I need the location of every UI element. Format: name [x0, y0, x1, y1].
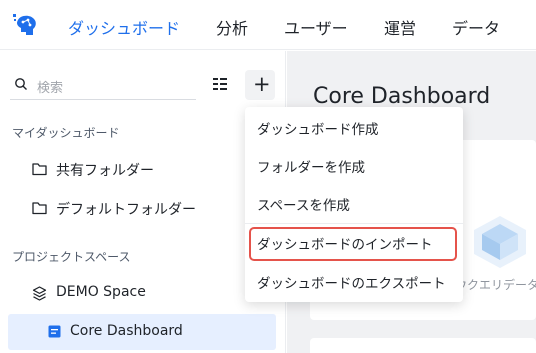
sidebar-item-label: デフォルトフォルダー	[56, 202, 196, 218]
section-my-dashboards: マイダッシュボード	[12, 126, 120, 140]
card-caption: ウクエリデータ	[455, 278, 536, 292]
search-placeholder: 検索	[37, 81, 64, 96]
folder-icon	[32, 202, 47, 215]
sidebar-item-core-dashboard[interactable]: Core Dashboard	[8, 314, 276, 350]
top-nav: ダッシュボード 分析 ユーザー 運営 データ	[0, 0, 536, 50]
cube-illustration-icon	[474, 216, 526, 268]
section-project-space: プロジェクトスペース	[12, 250, 131, 264]
sidebar-item-label: DEMO Space	[56, 284, 146, 300]
tab-users[interactable]: ユーザー	[284, 15, 348, 39]
add-button[interactable]: +	[245, 70, 275, 100]
sidebar-item-label: 共有フォルダー	[56, 163, 154, 179]
highlight-box	[249, 227, 457, 261]
menu-divider	[245, 223, 463, 224]
sidebar-item-shared-folder[interactable]: 共有フォルダー	[0, 153, 286, 185]
content-card	[310, 338, 536, 353]
menu-item-create-space[interactable]: スペースを作成	[257, 194, 350, 214]
sidebar-item-default-folder[interactable]: デフォルトフォルダー	[0, 192, 286, 224]
create-dropdown-menu: ダッシュボード作成 フォルダーを作成 スペースを作成 ダッシュボードのインポート…	[245, 107, 463, 302]
page-title: Core Dashboard	[313, 84, 491, 109]
cube-icon	[32, 286, 47, 301]
brain-logo-icon[interactable]	[12, 12, 40, 40]
search-input[interactable]: 検索	[10, 72, 196, 100]
tab-operations[interactable]: 運営	[384, 15, 416, 39]
dashboard-doc-icon	[48, 325, 61, 338]
menu-item-create-folder[interactable]: フォルダーを作成	[257, 156, 365, 176]
folder-icon	[32, 163, 47, 176]
sidebar-item-label: Core Dashboard	[70, 323, 183, 339]
sidebar-item-demo-space[interactable]: DEMO Space	[0, 277, 286, 309]
tab-analysis[interactable]: 分析	[216, 15, 248, 39]
plus-icon: +	[253, 72, 271, 96]
list-view-icon[interactable]	[212, 76, 228, 92]
search-icon	[15, 78, 27, 90]
menu-item-create-dashboard[interactable]: ダッシュボード作成	[257, 118, 379, 138]
tab-dashboard[interactable]: ダッシュボード	[68, 15, 180, 39]
menu-item-export-dashboard[interactable]: ダッシュボードのエクスポート	[257, 272, 446, 292]
tab-data[interactable]: データ	[452, 15, 500, 39]
